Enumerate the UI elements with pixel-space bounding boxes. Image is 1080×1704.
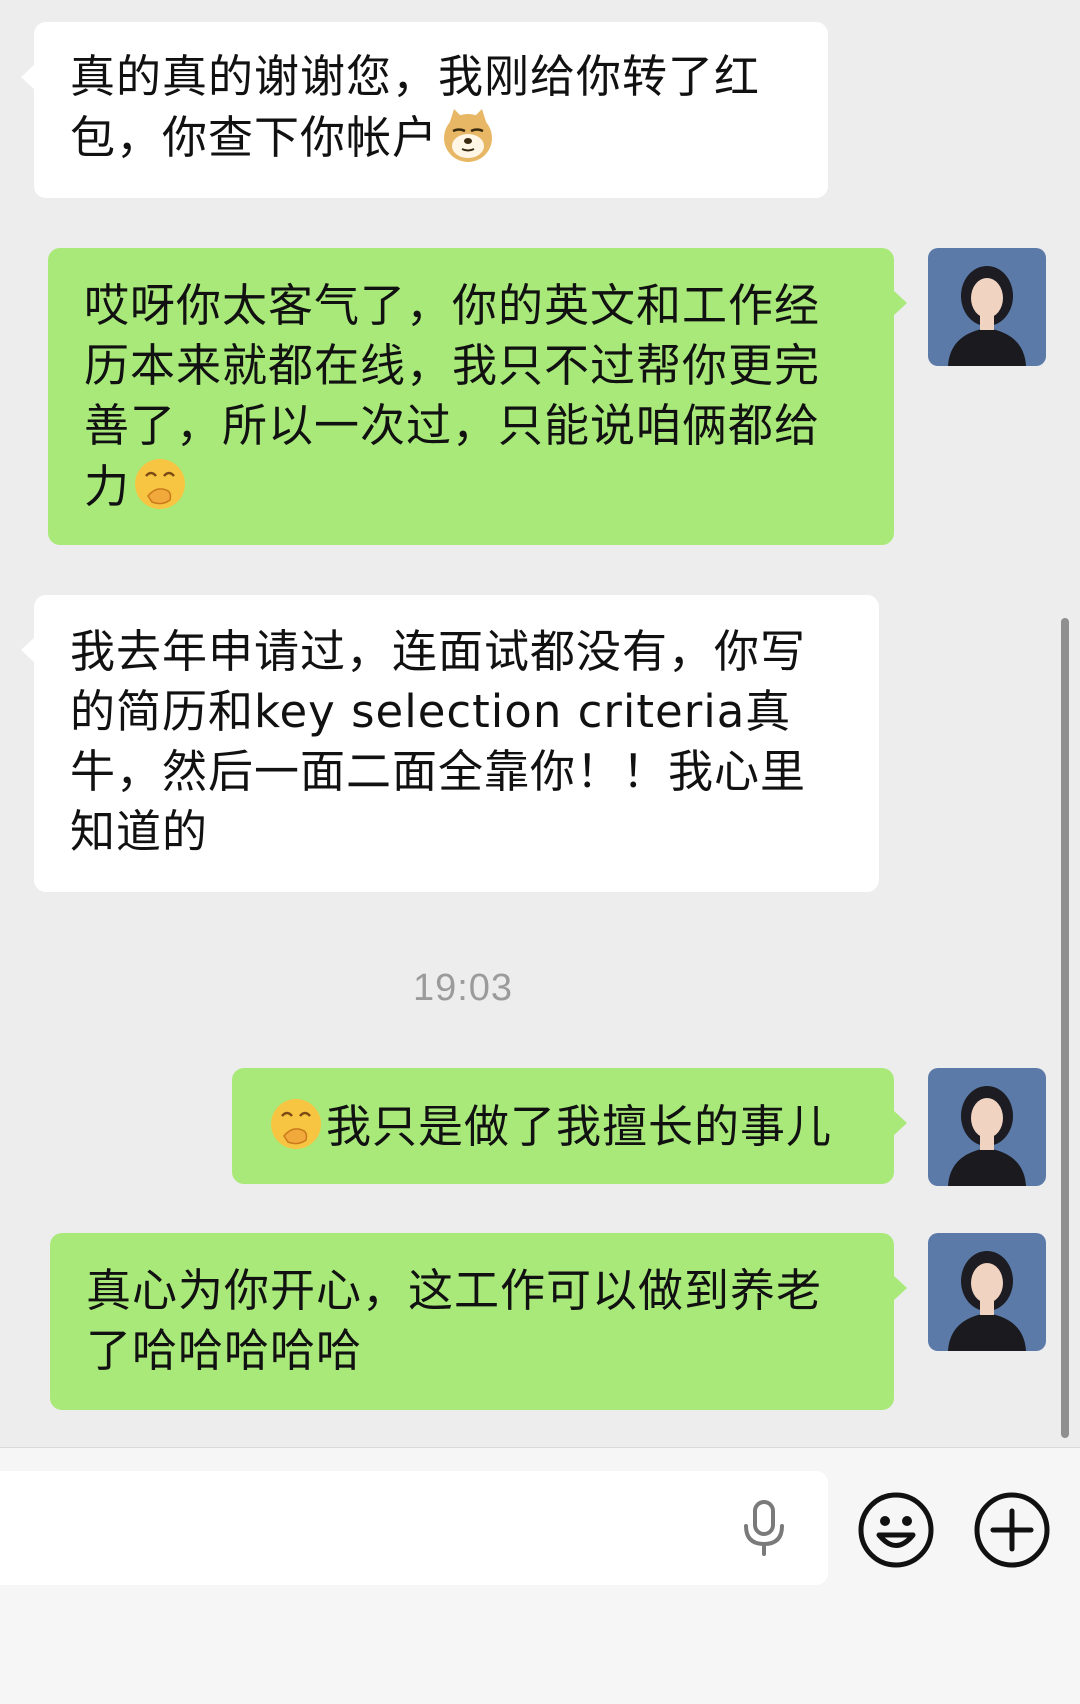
- smirk-hand-emoji: [135, 459, 186, 509]
- avatar[interactable]: [928, 1233, 1046, 1351]
- message-text: 我去年申请过，连面试都没有，你写的简历和key selection criter…: [70, 625, 807, 858]
- avatar-photo: [928, 248, 1046, 366]
- microphone-icon[interactable]: [736, 1498, 792, 1558]
- message-bubble-incoming[interactable]: 我去年申请过，连面试都没有，你写的简历和key selection criter…: [21, 595, 879, 892]
- timestamp: 19:03: [412, 967, 514, 1009]
- doge-emoji: [444, 109, 493, 162]
- message-bubble-incoming[interactable]: 真的真的谢谢您，我刚给你转了红包，你查下你帐户: [21, 22, 828, 198]
- chat-area[interactable]: 真的真的谢谢您，我刚给你转了红包，你查下你帐户 哎呀你太客气了，你的英文和工作经…: [0, 0, 1080, 1447]
- message-bubble-outgoing[interactable]: 哎呀你太客气了，你的英文和工作经历本来就都在线，我只不过帮你更完善了，所以一次过…: [48, 248, 907, 545]
- emoji-icon[interactable]: [856, 1490, 936, 1570]
- smirk-hand-emoji: [271, 1099, 321, 1149]
- message-text: 哎呀你太客气了，你的英文和工作经历本来就都在线，我只不过帮你更完善了，所以一次过…: [84, 279, 821, 513]
- message-text: 真的真的谢谢您，我刚给你转了红包，你查下你帐户: [70, 50, 761, 164]
- scrollbar[interactable]: [1061, 618, 1069, 1438]
- message-text: 我只是做了我擅长的事儿: [326, 1100, 833, 1153]
- avatar[interactable]: [928, 248, 1046, 366]
- message-composer: [0, 1447, 1080, 1704]
- message-bubble-outgoing[interactable]: 我只是做了我擅长的事儿: [232, 1068, 907, 1184]
- message-input[interactable]: [0, 1471, 828, 1585]
- avatar-photo: [928, 1068, 1046, 1186]
- avatar[interactable]: [928, 1068, 1046, 1186]
- plus-icon[interactable]: [972, 1490, 1052, 1570]
- message-text: 真心为你开心，这工作可以做到养老了哈哈哈哈哈: [86, 1264, 823, 1377]
- avatar-photo: [928, 1233, 1046, 1351]
- message-bubble-outgoing[interactable]: 真心为你开心，这工作可以做到养老了哈哈哈哈哈: [50, 1233, 907, 1410]
